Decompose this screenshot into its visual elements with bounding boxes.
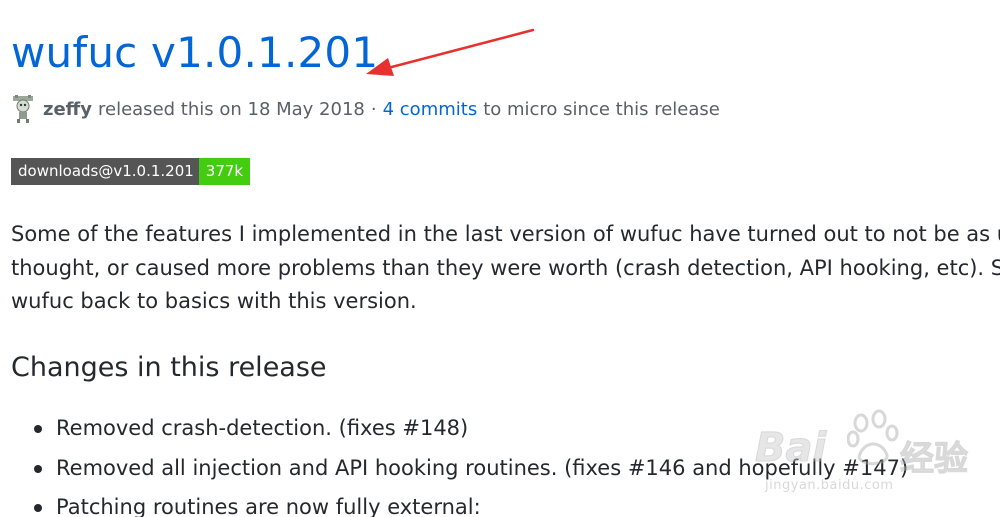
release-meta: zeffy released this on 18 May 2018 · 4 c… <box>11 94 720 124</box>
downloads-badge[interactable]: downloads@v1.0.1.201 377k <box>11 158 251 185</box>
changes-heading: Changes in this release <box>11 352 327 383</box>
meta-separator: · <box>370 98 377 120</box>
commits-link[interactable]: 4 commits <box>383 99 478 120</box>
release-description: Some of the features I implemented in th… <box>11 218 1000 319</box>
description-line: wufuc back to basics with this version. <box>11 289 417 313</box>
list-item: Patching routines are now fully external… <box>34 488 908 517</box>
badge-count: 377k <box>198 158 251 185</box>
commits-suffix: to micro since this release <box>483 98 720 120</box>
list-item: Removed crash-detection. (fixes #148) <box>34 409 908 449</box>
badge-label: downloads@v1.0.1.201 <box>11 158 199 185</box>
list-item: Removed all injection and API hooking ro… <box>34 449 908 489</box>
author-link[interactable]: zeffy <box>43 99 92 120</box>
avatar[interactable] <box>11 95 35 123</box>
description-line: thought, or caused more problems than th… <box>11 255 1000 280</box>
changes-list: Removed crash-detection. (fixes #148) Re… <box>34 409 908 517</box>
description-line: Some of the features I implemented in th… <box>11 222 1000 246</box>
release-page: wufuc v1.0.1.201 zeffy released this on … <box>0 0 1000 517</box>
released-text: released this on 18 May 2018 <box>98 98 365 120</box>
